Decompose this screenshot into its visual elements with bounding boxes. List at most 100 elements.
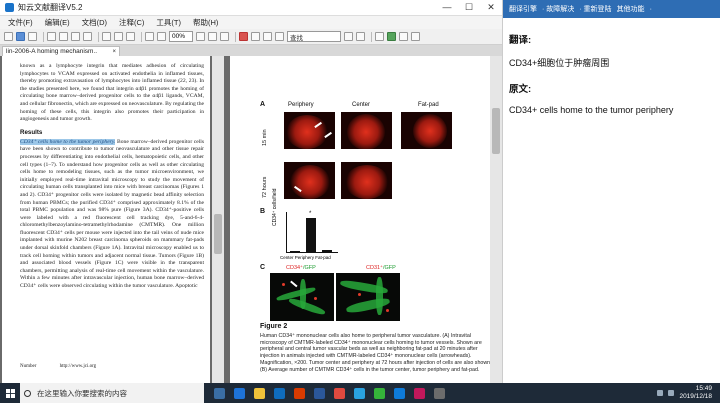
settings-icon[interactable] [411,32,420,41]
maximize-button[interactable]: ☐ [458,2,480,13]
word-icon[interactable] [314,387,325,399]
clock-time: 15:49 [695,385,712,392]
zoom-level-field[interactable]: 00% [169,31,193,42]
figure-caption-title: Figure 2 [260,323,288,330]
watermark-text: 知乎 @潇俞同学 [558,359,653,374]
figure-panel-label-b: B [260,208,266,215]
chrome-icon[interactable] [334,387,345,399]
window-controls: — ☐ ✕ [436,2,502,13]
snapshot-icon[interactable] [126,32,135,41]
menu-help[interactable]: 帮助(H) [193,17,218,28]
toolbar: 00% 查找 [0,29,502,45]
highlighted-sentence[interactable]: CD34⁺ cells home to the tumor periphery. [20,138,116,145]
highlight-tool-icon[interactable] [239,32,248,41]
relogin-button[interactable]: · 重新登陆 [579,4,611,14]
store-icon[interactable] [274,387,285,399]
network-icon[interactable] [657,390,664,396]
office-icon[interactable] [294,387,305,399]
toolbar-divider [98,31,99,42]
pinned-apps [214,387,454,399]
first-page-icon[interactable] [47,32,56,41]
windows-logo-icon [5,388,15,398]
taskbar-search-box[interactable]: 在这里输入你要搜索的内容 [20,383,204,403]
clock[interactable]: 15:49 2019/12/18 [679,385,712,401]
media-player-icon[interactable] [414,387,425,399]
zoom-out-icon[interactable] [145,32,154,41]
menu-tools[interactable]: 工具(T) [156,17,181,28]
toolbar-divider [235,31,236,42]
chart-significance-star: * [309,211,312,217]
window-title: 知云文献翻译V5.2 [18,3,83,12]
chart-y-axis-label: CD34⁺ cells/field [272,188,278,226]
zoom-in-icon[interactable] [157,32,166,41]
paragraph-results-text: Bone marrow–derived progenitor cells hav… [20,138,204,290]
menu-document[interactable]: 文档(D) [82,17,107,28]
edge-browser-icon[interactable] [234,387,245,399]
column-heading-periphery: Periphery [288,102,314,108]
file-explorer-icon[interactable] [254,387,265,399]
engine-button[interactable]: 翻译引擎 [509,4,537,14]
settings-app-icon[interactable] [434,387,445,399]
note-tool-icon[interactable] [251,32,260,41]
pencil-tool-icon[interactable] [263,32,272,41]
document-tab-strip: lin-2006-A homing mechanism.. × [0,45,502,56]
toolbar-bullet: · [649,5,652,13]
column-heading-fatpad: Fat-pad [418,102,439,108]
row-label-72hours: 72 hours [262,176,268,198]
open-file-icon[interactable] [4,32,13,41]
title-bar: 知云文献翻译V5.2 — ☐ ✕ [0,0,502,16]
document-view[interactable]: known as a lymphocyte integrin that medi… [0,56,502,383]
search-icon [24,389,31,397]
translate-icon[interactable] [387,32,396,41]
search-next-icon[interactable] [356,32,365,41]
task-view-icon[interactable] [214,387,225,399]
close-tab-icon[interactable]: × [112,49,116,55]
scrollbar-thumb[interactable] [214,214,222,254]
save-icon[interactable] [16,32,25,41]
text-tool-icon[interactable] [375,32,384,41]
rotate-icon[interactable] [220,32,229,41]
last-page-icon[interactable] [83,32,92,41]
bar-chart: CD34⁺ cells/field * Center Periphery Fat… [272,189,344,260]
menu-comment[interactable]: 注释(C) [119,17,144,28]
scrollbar-thumb[interactable] [492,108,500,154]
figure-panel-label-a: A [260,101,266,108]
toolbar-divider [141,31,142,42]
select-text-icon[interactable] [114,32,123,41]
next-page-icon[interactable] [71,32,80,41]
fit-width-icon[interactable] [208,32,217,41]
minimize-button[interactable]: — [436,2,458,13]
print-icon[interactable] [28,32,37,41]
micrograph-15min-fatpad [401,112,452,149]
search-input[interactable]: 查找 [287,31,341,42]
search-prev-icon[interactable] [344,32,353,41]
wechat-icon[interactable] [374,387,385,399]
volume-icon[interactable] [668,390,675,396]
translation-toolbar: 翻译引擎 · 故障解决 · 重新登陆 其他功能 · [503,0,720,18]
shape-tool-icon[interactable] [275,32,284,41]
fit-page-icon[interactable] [196,32,205,41]
hand-tool-icon[interactable] [102,32,111,41]
menu-file[interactable]: 文件(F) [8,17,33,28]
zhiyun-translate-icon[interactable] [354,387,365,399]
translation-text[interactable]: CD34+细胞位于肿瘤周围 [509,56,714,69]
qq-icon[interactable] [394,387,405,399]
close-window-button[interactable]: ✕ [480,2,502,13]
document-tab[interactable]: lin-2006-A homing mechanism.. × [2,46,120,56]
menu-bar: 文件(F) 编辑(E) 文档(D) 注释(C) 工具(T) 帮助(H) [0,16,502,29]
troubleshoot-button[interactable]: · 故障解决 [542,4,574,14]
more-functions-button[interactable]: 其他功能 [617,4,645,14]
right-page-scrollbar[interactable] [490,56,502,383]
translation-body: 翻译: CD34+细胞位于肿瘤周围 原文: CD34+ cells home t… [503,18,720,141]
page-footer: Number http://www.jci.org [20,364,118,369]
chart-bar-fat-pad [322,250,332,252]
start-button[interactable] [0,383,20,403]
bookmark-icon[interactable] [399,32,408,41]
menu-edit[interactable]: 编辑(E) [45,17,70,28]
chart-bar-periphery [306,218,316,252]
original-text[interactable]: CD34+ cells home to the tumor periphery [509,105,714,115]
prev-page-icon[interactable] [59,32,68,41]
footer-label: Number [20,364,37,369]
left-page-scrollbar[interactable] [212,56,224,383]
original-heading: 原文: [509,84,532,95]
